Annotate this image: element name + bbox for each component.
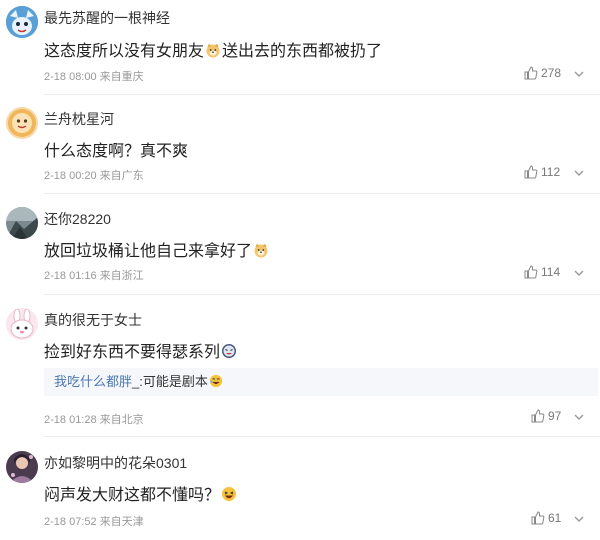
timestamp: 2-18 07:52 [44, 516, 97, 528]
avatar[interactable] [6, 451, 38, 483]
comment-meta: 2-18 07:52 来自天津 [44, 513, 144, 529]
doge-emoji-icon [253, 242, 269, 263]
like-button[interactable]: 114 [524, 265, 560, 279]
doge-emoji-icon [205, 42, 221, 63]
comment-item: 兰舟枕星河 什么态度啊？真不爽 2-18 00:20 来自广东 112 [0, 95, 600, 195]
comment-text: 什么态度啊？真不爽 [44, 143, 189, 160]
comment-item: 亦如黎明中的花朵0301 闷声发大财这都不懂吗？ 2-18 07:52 来自天津… [0, 437, 600, 540]
comment-meta: 2-18 01:28 来自北京 [44, 411, 144, 427]
like-count: 61 [548, 511, 562, 525]
comment-meta: 2-18 00:20 来自广东 [44, 167, 144, 183]
chevron-down-icon[interactable] [572, 67, 586, 81]
like-count: 97 [548, 409, 562, 423]
reply-text: 可能是剧本 [142, 374, 208, 389]
reply-username[interactable]: 我吃什么都胖 [54, 374, 132, 389]
like-button[interactable]: 61 [531, 511, 561, 525]
thumbs-up-icon [524, 66, 538, 80]
comment-text: 捡到好东西不要得瑟系列 [44, 338, 238, 364]
comment-item: 真的很无于女士 捡到好东西不要得瑟系列 我吃什么都胖_:可能是剧本 2-18 0… [0, 295, 600, 437]
comment-text-part: 这态度所以没有女朋友 [44, 43, 205, 60]
username[interactable]: 最先苏醒的一根神经 [44, 8, 170, 28]
location: 来自浙江 [99, 270, 144, 282]
avatar[interactable] [6, 107, 38, 139]
thumbs-up-icon [531, 409, 545, 423]
timestamp: 2-18 00:20 [44, 170, 97, 182]
comment-text: 闷声发大财这都不懂吗？ [44, 481, 238, 507]
like-count: 112 [541, 165, 561, 179]
username[interactable]: 亦如黎明中的花朵0301 [44, 453, 187, 473]
comment-item: 还你28220 放回垃圾桶让他自己来拿好了 2-18 01:16 来自浙江 11… [0, 195, 600, 295]
like-button[interactable]: 278 [524, 66, 561, 80]
thumbs-up-icon [531, 511, 545, 525]
username[interactable]: 真的很无于女士 [44, 310, 142, 330]
like-count: 114 [541, 265, 561, 279]
comment-text-part: 送出去的东西都被扔了 [222, 43, 383, 60]
timestamp: 2-18 01:16 [44, 270, 97, 282]
location: 来自北京 [99, 414, 144, 426]
comment-text-part: 放回垃圾桶让他自己来拿好了 [44, 243, 253, 260]
comment-item: 最先苏醒的一根神经 这态度所以没有女朋友 送出去的东西都被扔了 2-18 08:0… [0, 0, 600, 95]
location: 来自天津 [99, 516, 144, 528]
chevron-down-icon[interactable] [572, 512, 586, 526]
comment-text: 这态度所以没有女朋友 送出去的东西都被扔了 [44, 37, 382, 63]
reply-preview[interactable]: 我吃什么都胖_:可能是剧本 [44, 368, 598, 396]
chevron-down-icon[interactable] [572, 166, 586, 180]
comment-meta: 2-18 01:16 来自浙江 [44, 267, 144, 283]
timestamp: 2-18 01:28 [44, 414, 97, 426]
comment-feed: 最先苏醒的一根神经 这态度所以没有女朋友 送出去的东西都被扔了 2-18 08:0… [0, 0, 600, 540]
laughing-emoji-icon [221, 486, 237, 507]
comment-text-part: 闷声发大财这都不懂吗？ [44, 487, 221, 504]
timestamp: 2-18 08:00 [44, 71, 97, 83]
laughing-emoji-icon [221, 343, 237, 364]
comment-text-part: 捡到好东西不要得瑟系列 [44, 344, 221, 361]
laughing-emoji-icon [209, 370, 223, 398]
divider [44, 193, 600, 194]
like-button[interactable]: 112 [524, 165, 560, 179]
location: 来自广东 [99, 170, 144, 182]
username[interactable]: 还你28220 [44, 209, 111, 229]
like-button[interactable]: 97 [531, 409, 561, 423]
thumbs-up-icon [524, 265, 538, 279]
chevron-down-icon[interactable] [572, 410, 586, 424]
location: 来自重庆 [99, 71, 144, 83]
username[interactable]: 兰舟枕星河 [44, 109, 114, 129]
comment-text: 放回垃圾桶让他自己来拿好了 [44, 237, 270, 263]
avatar[interactable] [6, 207, 38, 239]
comment-meta: 2-18 08:00 来自重庆 [44, 68, 144, 84]
chevron-down-icon[interactable] [572, 266, 586, 280]
like-count: 278 [541, 66, 562, 80]
avatar[interactable] [6, 308, 38, 340]
reply-separator: _: [132, 374, 143, 389]
thumbs-up-icon [524, 165, 538, 179]
avatar[interactable] [6, 6, 38, 38]
